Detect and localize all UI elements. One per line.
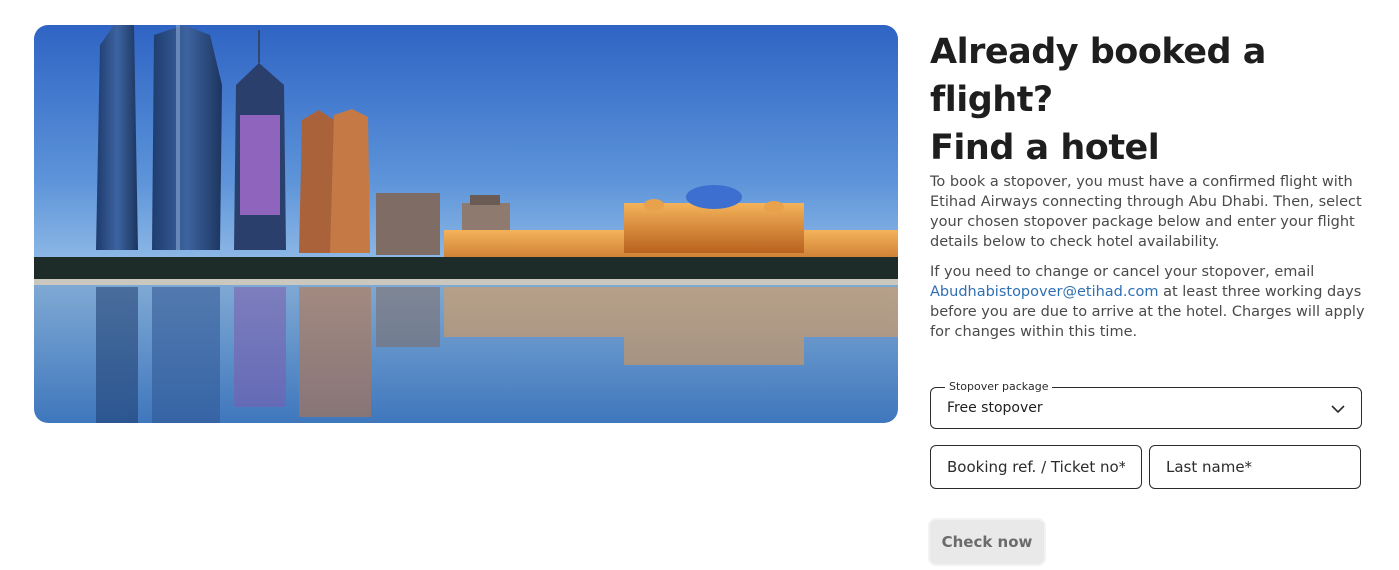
- intro-paragraph: To book a stopover, you must have a conf…: [930, 174, 1362, 250]
- chevron-down-icon: [1331, 405, 1345, 414]
- stopover-email-link[interactable]: Abudhabistopover@etihad.com: [930, 284, 1158, 300]
- page-title: Already booked a flight? Find a hotel: [930, 28, 1370, 172]
- hero-image: [34, 25, 898, 423]
- title-line-2: flight?: [930, 80, 1053, 120]
- booking-ref-input[interactable]: [930, 445, 1142, 489]
- stopover-package-select[interactable]: Stopover package Free stopover: [930, 380, 1362, 429]
- check-now-button[interactable]: Check now: [930, 520, 1044, 564]
- skyline-illustration: [34, 25, 898, 423]
- hotel-search-panel: Already booked a flight? Find a hotel To…: [930, 28, 1370, 342]
- last-name-input[interactable]: [1149, 445, 1361, 489]
- stopover-package-label: Stopover package: [945, 380, 1053, 394]
- change-paragraph: If you need to change or cancel your sto…: [930, 262, 1370, 342]
- stopover-package-value: Free stopover: [947, 400, 1043, 416]
- title-line-1: Already booked a: [930, 32, 1266, 72]
- change-text-before: If you need to change or cancel your sto…: [930, 264, 1315, 280]
- title-line-3: Find a hotel: [930, 128, 1160, 168]
